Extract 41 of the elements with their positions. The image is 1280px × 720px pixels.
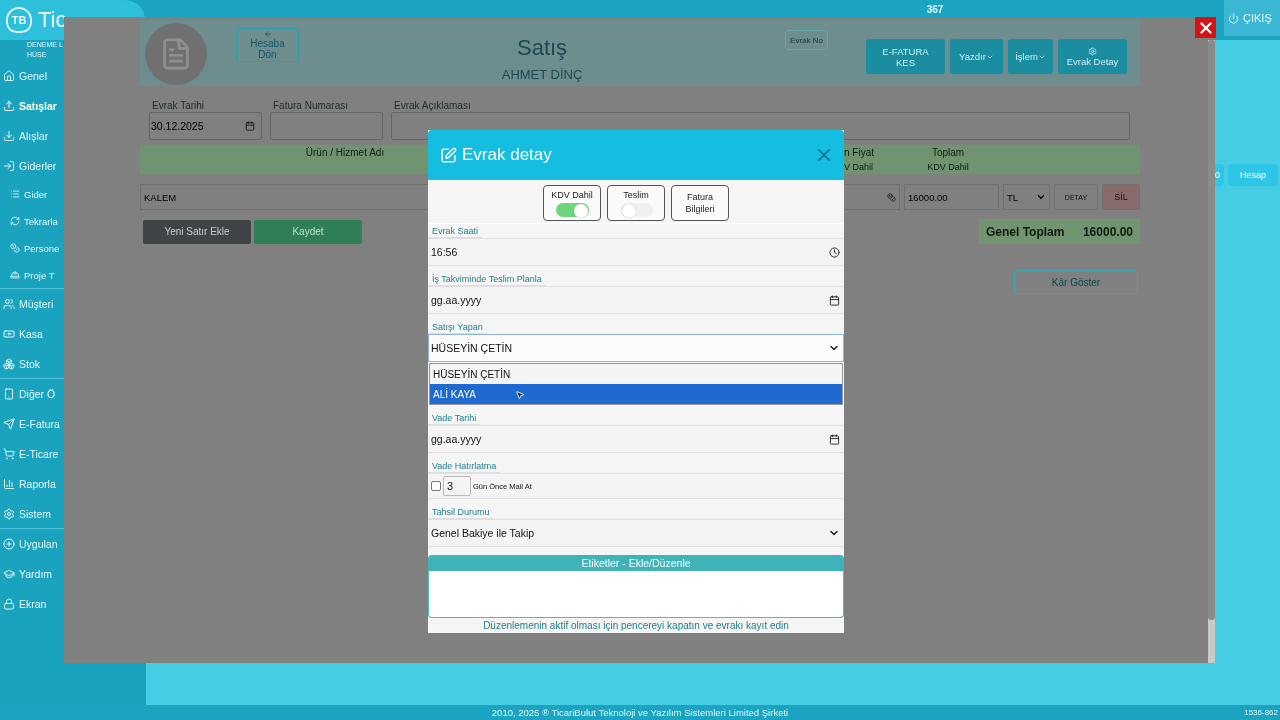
field-label: Fatura Numarası <box>272 100 350 112</box>
select-field[interactable]: HÜSEYİN ÇETİN <box>428 334 844 362</box>
dropdown-option[interactable]: ALİ KAYA <box>430 384 842 404</box>
invoice-info-button[interactable]: Fatura Bilgileri <box>671 185 729 221</box>
date-field[interactable]: 30.12.2025 <box>149 112 262 140</box>
date-field[interactable]: gg.aa.yyyy <box>428 286 844 314</box>
dropdown-button[interactable]: Yazdır <box>950 39 1003 74</box>
field-label: Evrak Açıklaması <box>393 100 472 112</box>
column-header: Toplam <box>931 147 965 158</box>
profit-button[interactable]: Kâr Göster <box>1014 270 1138 294</box>
toggle-button[interactable]: KDV Dahil <box>543 185 601 221</box>
doc-no-button[interactable]: Evrak No <box>785 30 828 50</box>
add-row-button[interactable]: Yeni Satır Ekle <box>143 219 251 244</box>
grand-total-label: Genel Toplam <box>986 224 1065 239</box>
column-subheader: V Dahil <box>844 162 873 172</box>
logo-mark: TB <box>6 7 32 33</box>
grand-total-value: 16000.00 <box>1082 224 1133 239</box>
column-header: Ürün / Hizmet Adı <box>305 147 385 158</box>
dropdown-button[interactable]: İşlem <box>1008 39 1053 74</box>
select-field[interactable]: Genel Bakiye ile Takip <box>428 519 844 547</box>
date-field[interactable]: gg.aa.yyyy <box>428 425 844 453</box>
toggle-button[interactable]: Teslim <box>607 185 665 221</box>
field-label: Evrak Tarihi <box>151 100 206 112</box>
modal-title: Evrak detay <box>440 145 552 165</box>
time-field[interactable]: 16:56 <box>428 238 844 266</box>
customer-name: AHMET DİNÇ <box>501 67 583 82</box>
page-title: Satış <box>516 35 568 61</box>
column-subheader: KDV Dahil <box>927 162 969 172</box>
days-field[interactable]: 3 <box>443 476 471 496</box>
counter: 367 <box>925 3 945 15</box>
delete-button[interactable]: SİL <box>1102 184 1140 210</box>
corner-text: 1536-862 <box>1244 708 1278 717</box>
logo-text: Tic <box>38 7 67 33</box>
footer-text: 2010, 2025 ® TicariBulut Teknoloji ve Yazılım Sistemleri Limited Şirketi <box>491 707 789 718</box>
column-header: n Fiyat <box>844 147 874 158</box>
invoice-button[interactable]: E-FATURA KES <box>866 39 945 74</box>
dropdown-option[interactable]: HÜSEYİN ÇETİN <box>430 364 842 384</box>
save-button[interactable]: Kaydet <box>254 219 362 244</box>
detail-button[interactable]: Evrak Detay <box>1058 39 1127 74</box>
currency-select[interactable]: TL <box>1003 184 1050 210</box>
price-field[interactable]: 16000.00 <box>904 184 999 210</box>
